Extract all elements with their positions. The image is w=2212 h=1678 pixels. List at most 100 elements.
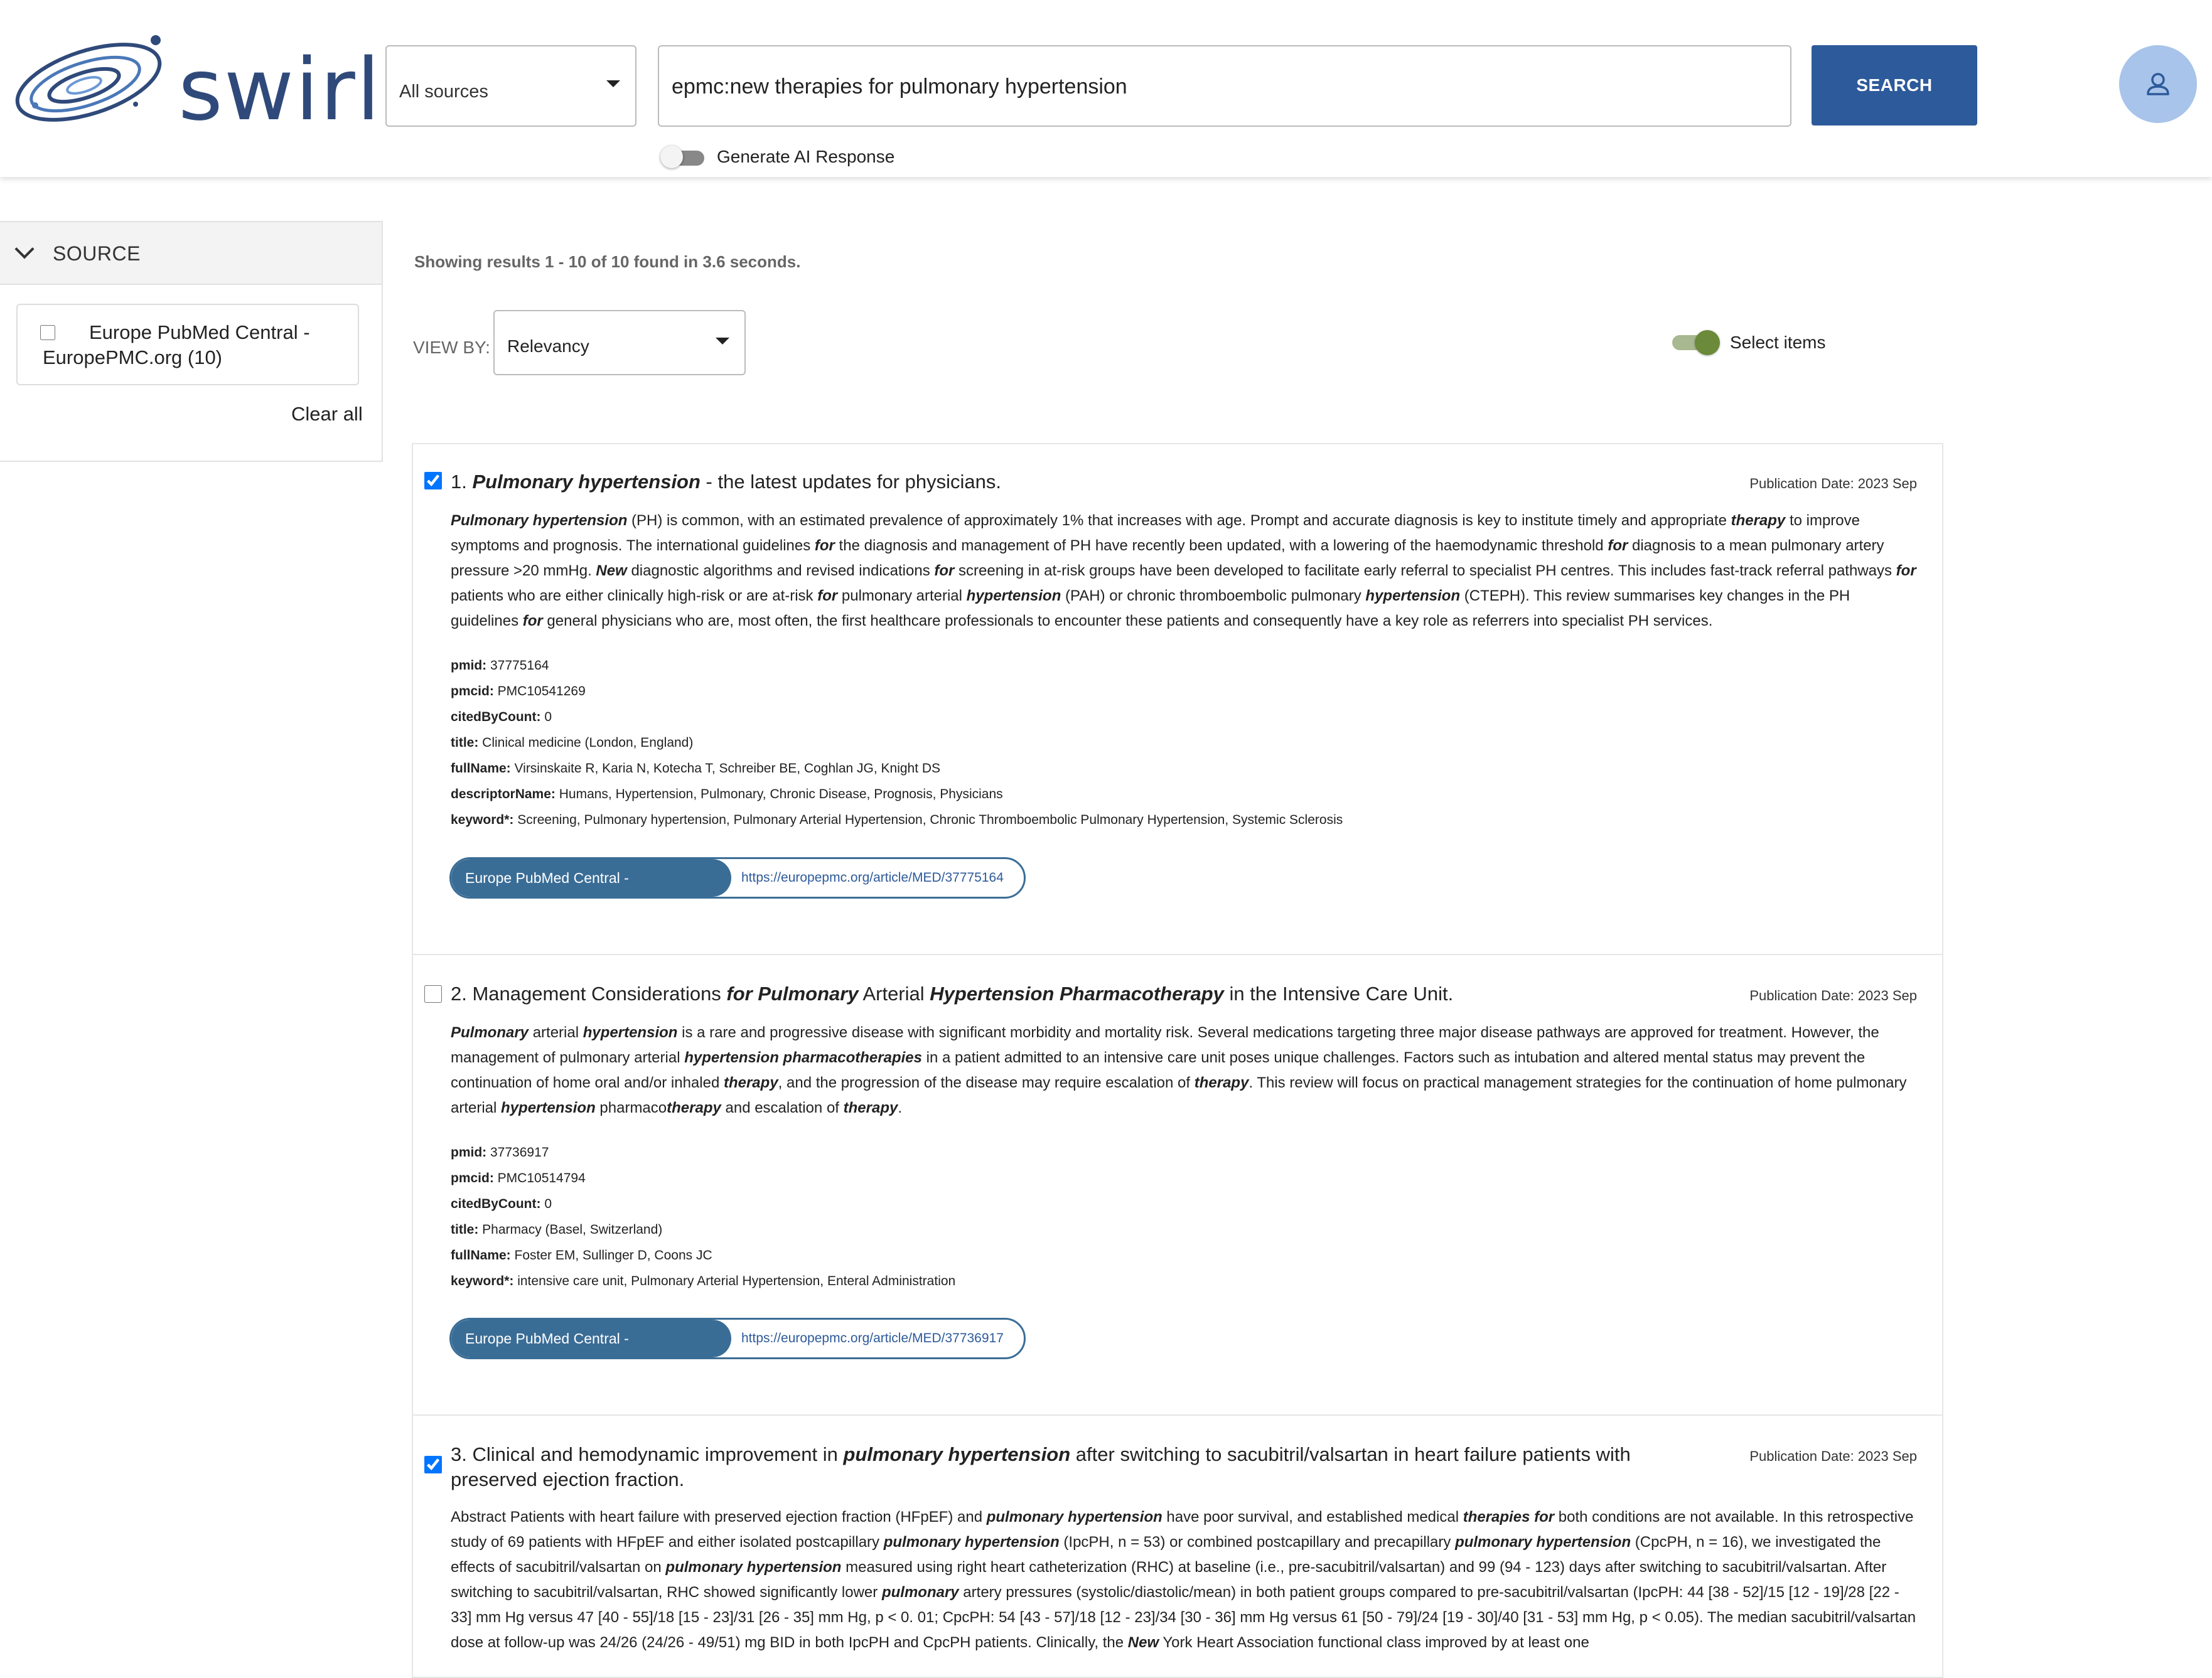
text-segment: and escalation of [721, 1099, 844, 1116]
metadata-value: Foster EM, Sullinger D, Coons JC [510, 1248, 712, 1263]
highlighted-term: for [934, 562, 955, 579]
highlighted-term: therapy [1731, 512, 1786, 529]
text-segment: Arterial [858, 983, 930, 1005]
text-segment: (PAH) or chronic thromboembolic pulmonar… [1061, 587, 1366, 604]
text-segment: , and the progression of the disease may… [778, 1074, 1195, 1091]
source-facet-title: SOURCE [53, 242, 141, 265]
highlighted-term: New [596, 562, 627, 579]
text-segment: in the Intensive Care Unit. [1223, 983, 1454, 1005]
highlighted-term: therapy [843, 1099, 898, 1116]
text-segment: 3. Clinical and hemodynamic improvement … [451, 1443, 844, 1465]
highlighted-term: hypertension pharmacotherapies [684, 1049, 922, 1066]
metadata-row: title: Pharmacy (Basel, Switzerland) [451, 1217, 955, 1242]
metadata-row: keyword*: intensive care unit, Pulmonary… [451, 1268, 955, 1294]
highlighted-term: pulmonary hypertension [883, 1534, 1060, 1551]
source-select-value: All sources [399, 82, 488, 102]
metadata-value: Clinical medicine (London, England) [478, 735, 694, 750]
metadata-row: fullName: Virsinskaite R, Karia N, Kotec… [451, 756, 1343, 781]
metadata-row: citedByCount: 0 [451, 1191, 955, 1217]
text-segment: . [898, 1099, 903, 1116]
text-segment: 2. Management Considerations [451, 983, 727, 1005]
highlighted-term: for [1896, 562, 1916, 579]
text-segment: pharmaco [595, 1099, 667, 1116]
text-segment: patients who are either clinically high-… [451, 587, 818, 604]
highlighted-term: pulmonary hypertension [843, 1443, 1071, 1465]
result-checkbox[interactable] [424, 472, 442, 489]
select-items-label: Select items [1730, 333, 1826, 352]
clear-all-link[interactable]: Clear all [291, 403, 363, 425]
search-input[interactable] [670, 70, 1740, 103]
result-url-link[interactable]: https://europepmc.org/article/MED/377751… [741, 859, 1004, 897]
result-card: 2. Management Considerations for Pulmona… [412, 954, 1943, 1416]
highlighted-term: for [817, 587, 838, 604]
metadata-key: citedByCount: [451, 710, 541, 724]
highlighted-term: pulmonary [881, 1584, 959, 1601]
source-link-pill[interactable]: Europe PubMed Central - EuropePMC.org ht… [449, 857, 1026, 899]
result-url-link[interactable]: https://europepmc.org/article/MED/377369… [741, 1320, 1004, 1357]
metadata-row: pmcid: PMC10514794 [451, 1165, 955, 1191]
highlighted-term: New [1127, 1634, 1159, 1651]
text-segment: pulmonary arterial [837, 587, 967, 604]
result-title[interactable]: 1. Pulmonary hypertension - the latest u… [451, 469, 1681, 494]
toggle-knob [1695, 330, 1720, 355]
text-segment: York Heart Association functional class … [1159, 1634, 1589, 1651]
text-segment: the diagnosis and management of PH have … [834, 537, 1608, 554]
source-link-pill[interactable]: Europe PubMed Central - EuropePMC.org ht… [449, 1318, 1026, 1359]
metadata-key: pmcid: [451, 1171, 494, 1185]
metadata-value: intensive care unit, Pulmonary Arterial … [513, 1274, 956, 1288]
metadata-key: fullName: [451, 761, 511, 776]
facet-label[interactable]: Europe PubMed Central - EuropePMC.org (1… [43, 320, 344, 370]
text-segment: Abstract Patients with heart failure wit… [451, 1509, 987, 1526]
app-header: swirl All sources SEARCH Generate AI Res… [0, 0, 2212, 177]
highlighted-term: for Pulmonary [726, 983, 859, 1005]
metadata-key: pmid: [451, 658, 487, 673]
source-select[interactable]: All sources [385, 45, 636, 127]
metadata-value: 37775164 [486, 658, 549, 673]
result-metadata: pmid: 37736917 pmcid: PMC10514794 citedByC… [451, 1140, 955, 1294]
text-segment: have poor survival, and established medi… [1162, 1509, 1463, 1526]
result-title[interactable]: 2. Management Considerations for Pulmona… [451, 981, 1681, 1007]
highlighted-term: for [814, 537, 835, 554]
highlighted-term: for [1608, 537, 1628, 554]
metadata-row: title: Clinical medicine (London, Englan… [451, 730, 1343, 756]
metadata-value: 0 [540, 1197, 552, 1211]
search-box[interactable] [658, 45, 1791, 127]
result-checkbox[interactable] [424, 985, 442, 1003]
metadata-key: keyword*: [451, 813, 514, 827]
metadata-value: 37736917 [486, 1145, 549, 1160]
highlighted-term: pulmonary hypertension [665, 1559, 842, 1576]
highlighted-term: therapy [667, 1099, 721, 1116]
publication-date: Publication Date: 2023 Sep [1749, 1448, 1917, 1464]
metadata-row: pmid: 37736917 [451, 1140, 955, 1165]
highlighted-term: pulmonary hypertension [1455, 1534, 1631, 1551]
text-segment: screening in at-risk groups have been de… [954, 562, 1896, 579]
metadata-value: Virsinskaite R, Karia N, Kotecha T, Schr… [510, 761, 941, 776]
metadata-value: PMC10514794 [493, 1171, 586, 1185]
result-title[interactable]: 3. Clinical and hemodynamic improvement … [451, 1442, 1631, 1492]
result-checkbox[interactable] [424, 1456, 442, 1473]
metadata-row: keyword*: Screening, Pulmonary hypertens… [451, 807, 1343, 833]
text-segment: arterial [529, 1024, 583, 1041]
view-by-label: VIEW BY: [413, 338, 490, 357]
publication-date: Publication Date: 2023 Sep [1749, 476, 1917, 491]
swirl-logo[interactable]: swirl [10, 29, 380, 136]
ai-response-toggle[interactable] [660, 146, 707, 168]
highlighted-term: Pulmonary hypertension [472, 471, 701, 493]
source-facet-header[interactable]: SOURCE [0, 222, 382, 285]
text-segment: (PH) is common, with an estimated preval… [627, 512, 1731, 529]
chevron-down-icon [606, 80, 620, 87]
metadata-value: Screening, Pulmonary hypertension, Pulmo… [513, 813, 1343, 827]
view-by-value: Relevancy [507, 336, 589, 356]
ai-response-label: Generate AI Response [717, 147, 895, 166]
source-facet-panel: SOURCE Europe PubMed Central - EuropePMC… [0, 221, 383, 462]
result-metadata: pmid: 37775164 pmcid: PMC10541269 citedByC… [451, 653, 1343, 833]
metadata-key: pmid: [451, 1145, 487, 1160]
view-by-select[interactable]: Relevancy [493, 310, 746, 375]
user-avatar-button[interactable] [2119, 45, 2197, 123]
search-button[interactable]: SEARCH [1812, 45, 1977, 126]
text-segment: 1. [451, 471, 473, 493]
toggle-knob [660, 146, 683, 168]
select-items-toggle[interactable] [1672, 330, 1722, 355]
swirl-logo-icon [15, 35, 162, 122]
facet-option: Europe PubMed Central - EuropePMC.org (1… [16, 304, 359, 385]
